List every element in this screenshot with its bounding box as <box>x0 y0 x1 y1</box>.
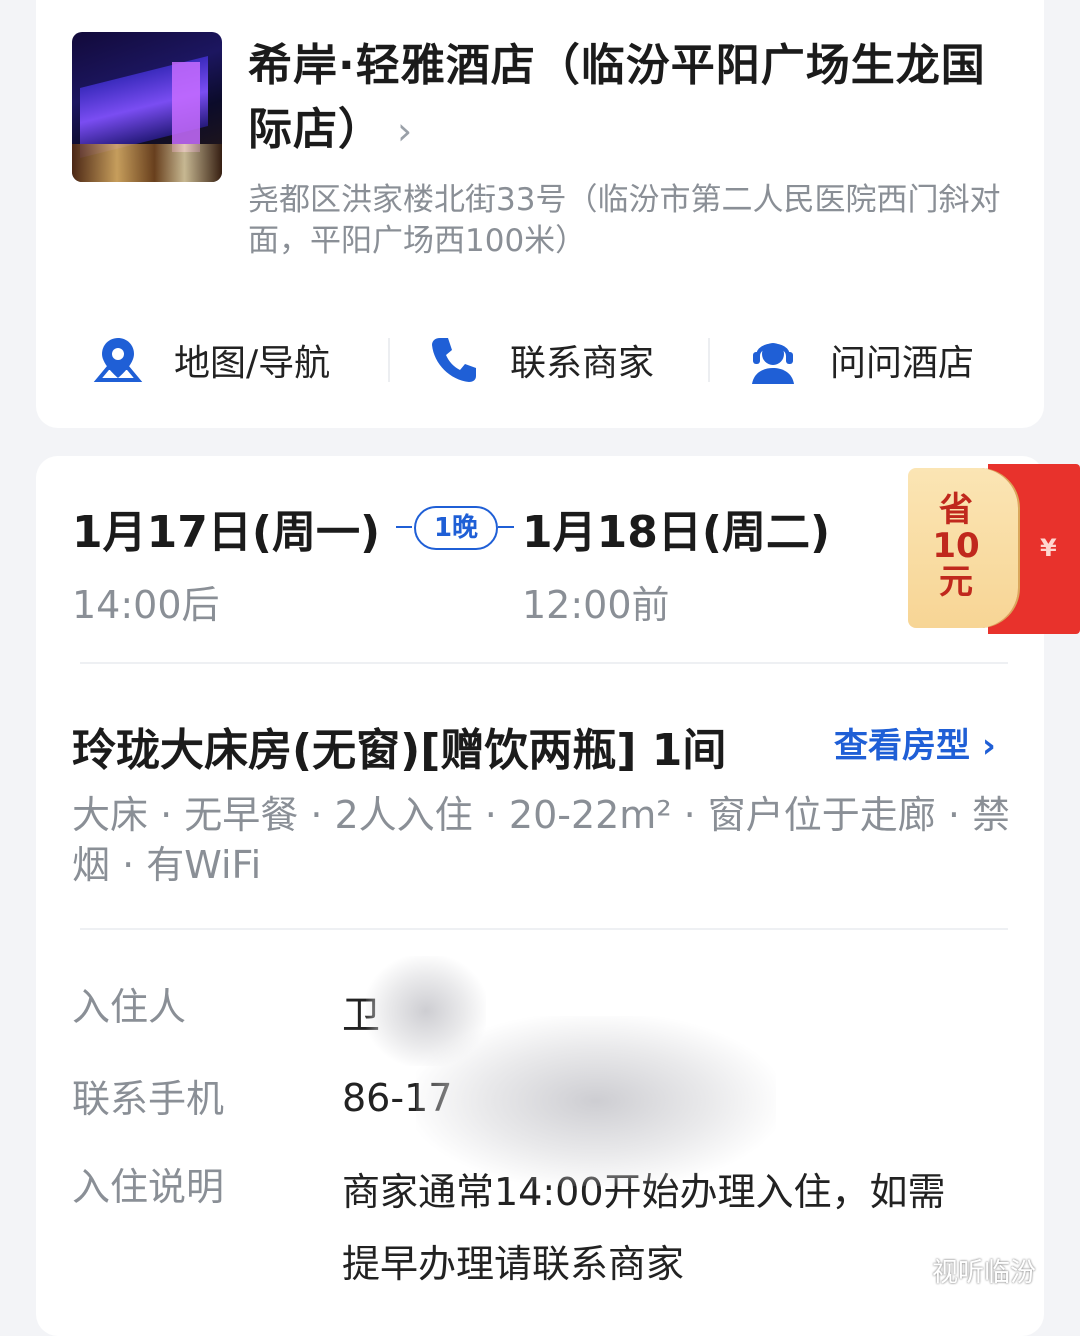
ask-hotel-button[interactable]: 问问酒店 <box>746 320 974 400</box>
checkout-time: 12:00前 <box>522 583 670 627</box>
nights-line-left <box>396 526 412 528</box>
map-navigation-label: 地图/导航 <box>174 343 331 384</box>
map-navigation-button[interactable]: 地图/导航 <box>92 320 330 400</box>
coupon-line2: 10 <box>932 526 980 566</box>
booking-details-card: 1月17日(周一) 14:00后 1晚 1月18日(周二) 12:00前 省 1… <box>36 456 1080 1336</box>
hotel-sign-graphic <box>172 62 200 152</box>
hotel-thumbnail[interactable] <box>72 32 222 182</box>
coupon-line1: 省 <box>939 490 973 530</box>
customer-service-icon <box>752 343 794 384</box>
nights-indicator: 1晚 <box>396 506 516 550</box>
section-divider <box>80 928 1008 930</box>
action-bar: 地图/导航 联系商家 问问酒店 <box>36 320 1044 400</box>
hotel-name-link[interactable]: 希岸·轻雅酒店（临汾平阳广场生龙国际店） › <box>248 34 1028 163</box>
action-divider <box>388 338 390 382</box>
checkin-date: 1月17日(周一) <box>72 507 381 558</box>
view-room-type-link[interactable]: 查看房型 › <box>834 718 996 767</box>
coupon-text: 省 10 元 <box>932 492 980 600</box>
map-pin-icon <box>93 338 143 382</box>
coupon-line3: 元 <box>939 562 973 602</box>
wechat-icon <box>889 1256 923 1284</box>
hotel-address: 尧都区洪家楼北街33号（临汾市第二人民医院西门斜对面，平阳广场西100米） <box>248 182 1001 259</box>
watermark: 视听临汾 <box>888 1252 1036 1289</box>
checkin-notice-label: 入住说明 <box>72 1165 225 1209</box>
watermark-text: 视听临汾 <box>932 1258 1037 1288</box>
contact-merchant-label: 联系商家 <box>510 343 655 384</box>
room-title: 玲珑大床房(无窗)[赠饮两瓶] 1间 <box>72 725 727 776</box>
view-room-type-label: 查看房型 <box>834 726 970 766</box>
room-description: 大床 · 无早餐 · 2人入住 · 20-22m² · 窗户位于走廊 · 禁烟 … <box>72 793 1011 887</box>
discount-coupon[interactable]: 省 10 元 ¥ <box>908 464 1080 634</box>
street-lights-graphic <box>72 144 222 182</box>
chevron-right-icon: › <box>981 726 996 766</box>
nights-badge: 1晚 <box>414 506 498 550</box>
action-divider <box>708 338 710 382</box>
hotel-name: 希岸·轻雅酒店（临汾平阳广场生龙国际店） <box>248 40 986 155</box>
phone-label: 联系手机 <box>72 1077 225 1121</box>
guest-label: 入住人 <box>72 985 187 1029</box>
checkout-date: 1月18日(周二) <box>522 507 831 558</box>
section-divider <box>80 662 1008 664</box>
phone-icon <box>432 338 476 382</box>
contact-merchant-button[interactable]: 联系商家 <box>428 320 654 400</box>
yen-icon: ¥ <box>1040 534 1057 562</box>
chevron-right-icon: › <box>397 109 414 153</box>
ask-hotel-label: 问问酒店 <box>830 343 975 384</box>
hotel-info-card: 希岸·轻雅酒店（临汾平阳广场生龙国际店） › 尧都区洪家楼北街33号（临汾市第二人… <box>36 0 1044 428</box>
nights-line-right <box>498 526 514 528</box>
privacy-blur <box>416 1016 776 1186</box>
checkin-time: 14:00后 <box>72 583 220 627</box>
